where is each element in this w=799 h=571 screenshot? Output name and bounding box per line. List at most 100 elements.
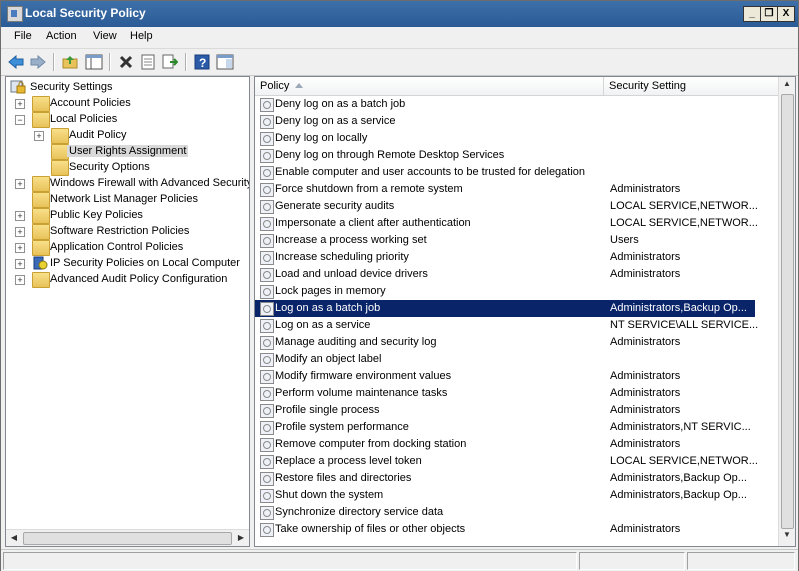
- policy-row[interactable]: Load and unload device drivers Administra…: [255, 266, 755, 283]
- menu-bar: File Action View Help: [1, 27, 798, 47]
- expand-icon[interactable]: +: [15, 243, 25, 253]
- policy-row[interactable]: Deny log on locally: [255, 130, 755, 147]
- policy-setting-icon: [260, 285, 274, 299]
- policy-name: Generate security audits: [275, 200, 395, 212]
- menu-file[interactable]: File: [14, 30, 32, 42]
- policy-setting-icon: [260, 268, 274, 282]
- back-icon[interactable]: [7, 53, 25, 71]
- up-folder-icon[interactable]: [61, 53, 79, 71]
- minimize-button[interactable]: _: [743, 6, 761, 22]
- svg-text:?: ?: [199, 56, 206, 70]
- export-list-icon[interactable]: [161, 53, 179, 71]
- status-cell: [687, 552, 795, 570]
- tree-item-label: Security Options: [69, 161, 150, 173]
- security-setting-value: Administrators,Backup Op...: [610, 489, 747, 501]
- expand-icon[interactable]: +: [34, 131, 44, 141]
- scroll-left-icon[interactable]: ◀: [7, 532, 21, 544]
- policy-setting-icon: [260, 438, 274, 452]
- policy-row[interactable]: Deny log on as a service: [255, 113, 755, 130]
- title-bar[interactable]: Local Security Policy _ ❐ X: [1, 1, 798, 27]
- expand-icon[interactable]: +: [15, 275, 25, 285]
- sort-ascending-icon: [295, 83, 303, 88]
- tree-root-label: Security Settings: [30, 81, 113, 93]
- menu-action[interactable]: Action: [46, 30, 77, 42]
- policy-row[interactable]: Increase scheduling priority Administrato…: [255, 249, 755, 266]
- policy-row[interactable]: Log on as a service NT SERVICE\ALL SERVIC…: [255, 317, 758, 334]
- policy-row[interactable]: Generate security audits LOCAL SERVICE,NE…: [255, 198, 758, 215]
- policy-name: Log on as a batch job: [275, 302, 381, 314]
- list-vertical-scrollbar[interactable]: ▲ ▼: [778, 77, 795, 546]
- policy-row[interactable]: Lock pages in memory: [255, 283, 755, 300]
- policy-row[interactable]: Force shutdown from a remote system Admin…: [255, 181, 755, 198]
- policy-row[interactable]: Synchronize directory service data: [255, 504, 755, 521]
- policy-name: Remove computer from docking station: [275, 438, 467, 450]
- security-setting-value: LOCAL SERVICE,NETWOR...: [610, 200, 758, 212]
- menu-help[interactable]: Help: [130, 30, 153, 42]
- status-cell: [3, 552, 577, 570]
- status-bar: [1, 549, 798, 571]
- tree-pane[interactable]: Security Settings + Account Policies − L…: [5, 76, 250, 547]
- properties-icon[interactable]: [139, 53, 157, 71]
- help-icon[interactable]: ?: [193, 53, 211, 71]
- ip-security-icon: [32, 256, 48, 270]
- scroll-up-icon[interactable]: ▲: [780, 78, 794, 90]
- policy-name: Restore files and directories: [275, 472, 412, 484]
- expand-icon[interactable]: +: [15, 99, 25, 109]
- policy-name: Synchronize directory service data: [275, 506, 444, 518]
- column-header-security-setting[interactable]: Security Setting: [604, 77, 779, 96]
- policy-row[interactable]: Profile single process Administrators: [255, 402, 755, 419]
- column-header-policy[interactable]: Policy: [255, 77, 604, 96]
- expand-icon[interactable]: +: [15, 259, 25, 269]
- policy-row[interactable]: Deny log on as a batch job: [255, 96, 755, 113]
- policy-list-pane[interactable]: Policy Security Setting Deny log on as a…: [254, 76, 796, 547]
- security-setting-value: LOCAL SERVICE,NETWOR...: [610, 455, 758, 467]
- policy-name: Modify firmware environment values: [275, 370, 452, 382]
- policy-row[interactable]: Remove computer from docking station Admi…: [255, 436, 755, 453]
- policy-setting-icon: [260, 387, 274, 401]
- show-hide-tree-icon[interactable]: [85, 53, 103, 71]
- folder-lock-icon: [32, 112, 50, 128]
- scrollbar-thumb[interactable]: [781, 94, 794, 529]
- security-setting-value: Administrators: [610, 438, 681, 450]
- policy-setting-icon: [260, 183, 274, 197]
- policy-row[interactable]: Profile system performance Administrators…: [255, 419, 755, 436]
- policy-row[interactable]: Manage auditing and security log Administ…: [255, 334, 755, 351]
- policy-row[interactable]: Perform volume maintenance tasks Administ…: [255, 385, 755, 402]
- expand-icon[interactable]: +: [15, 227, 25, 237]
- scroll-down-icon[interactable]: ▼: [780, 529, 794, 541]
- policy-setting-icon: [260, 115, 274, 129]
- policy-row[interactable]: Take ownership of files or other objects…: [255, 521, 755, 538]
- scrollbar-thumb[interactable]: [23, 532, 232, 545]
- policy-row[interactable]: Modify firmware environment values Admini…: [255, 368, 755, 385]
- policy-row[interactable]: Modify an object label: [255, 351, 755, 368]
- folder-lock-icon: [51, 128, 69, 144]
- forward-icon[interactable]: [29, 53, 47, 71]
- policy-name: Deny log on as a service: [275, 115, 396, 127]
- policy-row[interactable]: Shut down the system Administrators,Backu…: [255, 487, 755, 504]
- tree-item-label: Network List Manager Policies: [50, 193, 198, 205]
- policy-setting-icon: [260, 234, 274, 248]
- policy-setting-icon: [260, 251, 274, 265]
- scroll-right-icon[interactable]: ▶: [234, 532, 248, 544]
- show-pane-icon[interactable]: [216, 53, 234, 71]
- policy-row[interactable]: Restore files and directories Administrat…: [255, 470, 755, 487]
- toolbar: ?: [1, 48, 798, 76]
- policy-row[interactable]: Enable computer and user accounts to be …: [255, 164, 755, 181]
- toolbar-separator: [185, 53, 187, 71]
- security-setting-value: Administrators: [610, 268, 681, 280]
- policy-row[interactable]: Deny log on through Remote Desktop Servi…: [255, 147, 755, 164]
- expand-icon[interactable]: +: [15, 179, 25, 189]
- policy-row[interactable]: Replace a process level token LOCAL SERVI…: [255, 453, 758, 470]
- restore-button[interactable]: ❐: [760, 6, 778, 22]
- security-setting-value: Administrators: [610, 404, 681, 416]
- policy-setting-icon: [260, 132, 274, 146]
- tree-horizontal-scrollbar[interactable]: ◀ ▶: [6, 529, 249, 546]
- close-button[interactable]: X: [777, 6, 795, 22]
- collapse-icon[interactable]: −: [15, 115, 25, 125]
- expand-icon[interactable]: +: [15, 211, 25, 221]
- policy-row[interactable]: Impersonate a client after authenticatio…: [255, 215, 758, 232]
- policy-row[interactable]: Log on as a batch job Administrators,Back…: [255, 300, 755, 317]
- menu-view[interactable]: View: [93, 30, 117, 42]
- delete-icon[interactable]: [117, 53, 135, 71]
- policy-row[interactable]: Increase a process working set Users: [255, 232, 755, 249]
